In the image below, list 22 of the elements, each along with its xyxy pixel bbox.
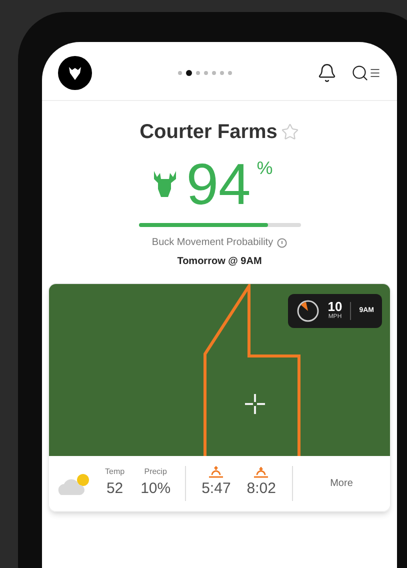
weather-label: Temp [105, 466, 125, 478]
percent-sign: % [256, 157, 273, 180]
favorite-star-icon[interactable] [281, 123, 300, 141]
sun-time: 8:02 [246, 479, 276, 500]
weather-label: Precip [144, 466, 167, 478]
help-icon[interactable] [277, 238, 288, 248]
sunrise-icon [208, 466, 224, 478]
wind-gauge-icon [296, 299, 320, 323]
logo-icon[interactable] [58, 56, 92, 90]
property-title: Courter Farms [140, 120, 278, 145]
forecast-time: Tomorrow @ 9AM [176, 255, 263, 269]
notification-icon[interactable] [317, 63, 337, 83]
sunset-icon [253, 466, 270, 478]
weather-value: 52 [106, 479, 124, 500]
more-button[interactable]: More [293, 476, 390, 491]
search-menu-icon[interactable] [351, 64, 381, 82]
probability-label: Buck Movement Probability [152, 236, 274, 250]
sun-time: 5:47 [202, 479, 231, 500]
weather-value: 10% [140, 479, 171, 500]
wind-speed: 10 [328, 300, 342, 313]
probability-value: 94 [186, 151, 251, 219]
crosshair-icon [243, 392, 267, 416]
